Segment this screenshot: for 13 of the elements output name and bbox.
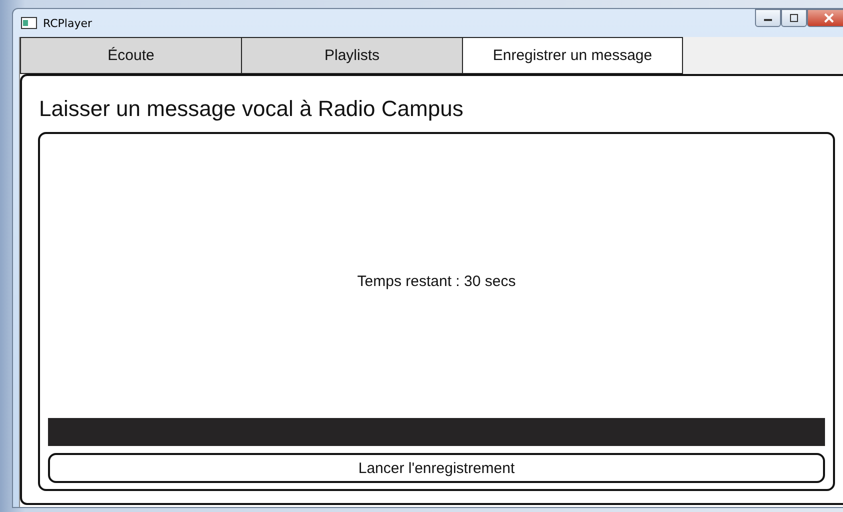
close-button[interactable] [807,9,843,27]
page-heading: Laisser un message vocal à Radio Campus [38,95,464,123]
tab[interactable]: Enregistrer un message [462,37,683,74]
close-icon [823,13,835,23]
time-remaining: Temps restant : 30 secs [357,272,516,290]
maximize-icon [789,14,799,22]
maximize-button[interactable] [781,9,807,27]
tab[interactable]: Écoute [20,37,241,74]
tab[interactable]: Playlists [241,37,462,74]
minimize-button[interactable] [755,9,781,27]
window-icon [21,17,37,29]
window-title: RCPlayer [43,16,92,30]
start-recording-button[interactable]: Lancer l'enregistrement [48,453,825,483]
